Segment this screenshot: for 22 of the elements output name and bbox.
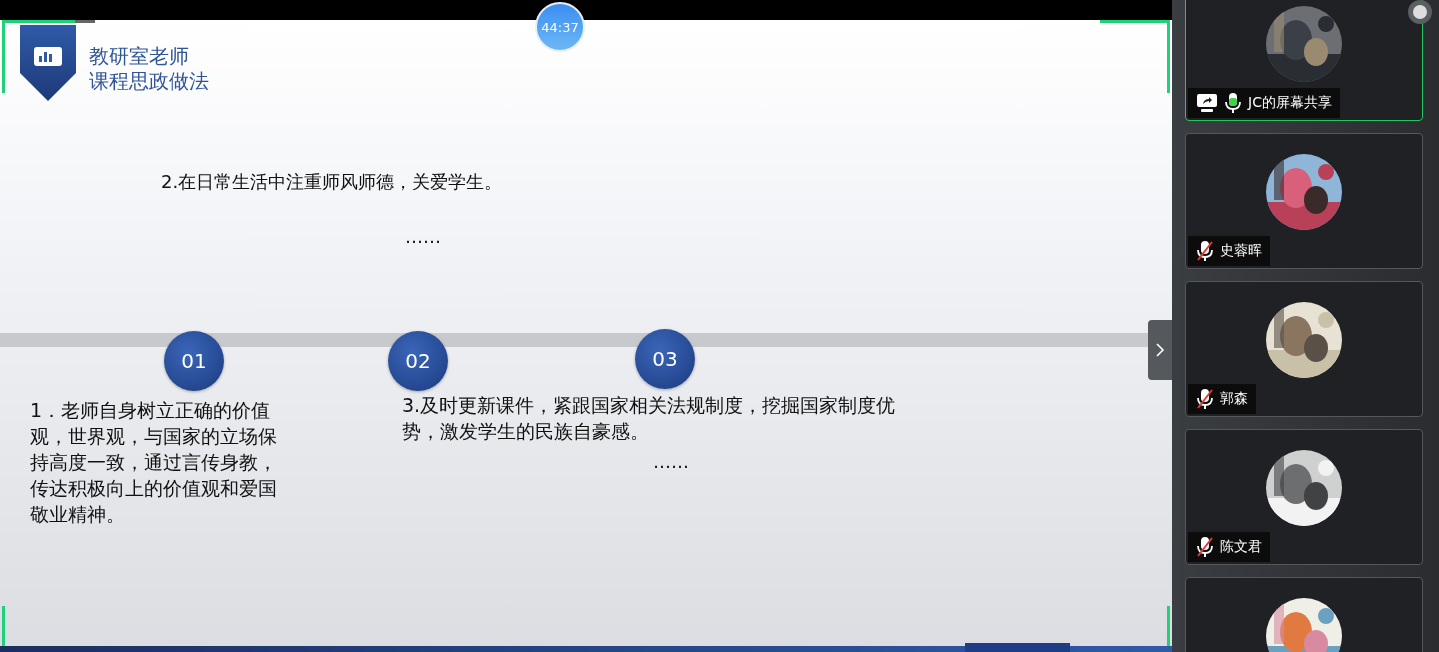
participant-tile[interactable]: 郭森	[1185, 281, 1423, 417]
participant-tile[interactable]: JC的屏幕共享	[1185, 0, 1423, 121]
number-badge: 03	[635, 329, 695, 389]
slide-title: 教研室老师	[89, 44, 190, 69]
slide-text: 2.在日常生活中注重师风师德，关爱学生。	[161, 170, 503, 194]
number-badge: 02	[388, 331, 448, 391]
participant-name: 郭森	[1220, 390, 1248, 408]
participant-name: 史蓉晖	[1220, 242, 1262, 260]
next-button[interactable]	[1148, 320, 1172, 380]
ribbon-icon	[20, 25, 76, 101]
corner-button[interactable]	[1408, 0, 1432, 24]
ellipsis-text: ……	[653, 450, 689, 474]
slide-text: 3.及时更新课件，紧跟国家相关法规制度，挖掘国家制度优势，激发学生的民族自豪感。	[402, 393, 897, 444]
participant-name: 陈文君	[1220, 538, 1262, 556]
slide-text: 1．老师自身树立正确的价值观，世界观，与国家的立场保持高度一致，通过言传身教，传达积极向上的价值观和爱国敬业精神。	[30, 398, 278, 527]
slide-title: 课程思政做法	[89, 69, 209, 94]
participant-name: JC的屏幕共享	[1248, 94, 1332, 112]
chevron-right-icon	[1155, 342, 1165, 358]
participant-tile[interactable]: 陈文君	[1185, 429, 1423, 565]
participant-tile[interactable]: 史蓉晖	[1185, 133, 1423, 269]
number-badge: 01	[164, 331, 224, 391]
ellipsis-text: ……	[405, 225, 441, 249]
